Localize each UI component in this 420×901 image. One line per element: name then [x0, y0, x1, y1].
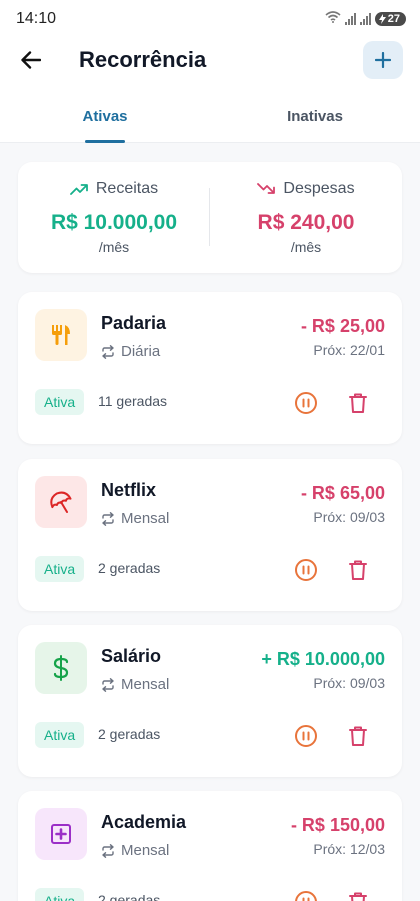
signal-icon [344, 13, 356, 25]
trending-up-icon [69, 184, 88, 195]
recurrence-next-date: Próx: 12/03 [313, 841, 385, 857]
trash-icon [349, 560, 367, 580]
generated-count: 2 geradas [98, 560, 161, 576]
wifi-icon [325, 10, 341, 28]
expense-value: R$ 240,00 [257, 211, 355, 234]
recurrence-name: Salário [101, 646, 162, 666]
expense-summary: Despesas R$ 240,00 /mês [210, 162, 402, 273]
pause-icon [295, 725, 317, 747]
frequency-label: Mensal [121, 676, 170, 693]
delete-button[interactable] [342, 720, 374, 752]
recurrence-amount: - R$ 25,00 [300, 316, 385, 336]
pause-button[interactable] [290, 387, 322, 419]
page-title: Recorrência [79, 47, 207, 72]
battery-icon: 27 [374, 12, 406, 26]
signal-icon [359, 13, 371, 25]
recurrence-next-date: Próx: 22/01 [313, 342, 385, 358]
status-badge: Ativa [35, 722, 85, 748]
recurrence-frequency: Mensal [101, 510, 169, 527]
pause-button[interactable] [290, 554, 322, 586]
frequency-label: Mensal [121, 842, 170, 859]
battery-level: 27 [387, 13, 400, 25]
trending-down-icon [257, 183, 276, 194]
status-badge: Ativa [35, 556, 85, 582]
status-time: 14:10 [16, 10, 57, 27]
frequency-label: Diária [121, 343, 161, 360]
recurrence-frequency: Mensal [101, 676, 169, 693]
generated-count: 2 geradas [98, 892, 161, 901]
delete-button[interactable] [342, 387, 374, 419]
delete-button[interactable] [342, 554, 374, 586]
recurrence-frequency: Mensal [101, 842, 169, 859]
recurrence-amount: - R$ 65,00 [300, 483, 385, 503]
status-icons: 27 [325, 10, 406, 28]
recurrence-card-academia[interactable]: Academia Mensal - R$ 150,00 Próx: 12/03 … [18, 791, 402, 901]
generated-count: 11 geradas [98, 393, 168, 409]
dollar-icon [35, 642, 87, 694]
tab-inactive[interactable]: Inativas [210, 108, 420, 125]
utensils-icon [35, 309, 87, 361]
trash-icon [349, 892, 367, 901]
recurrence-name: Netflix [101, 480, 157, 500]
back-button[interactable] [14, 46, 48, 74]
recurrence-frequency: Diária [101, 343, 160, 360]
arrow-left-icon [21, 51, 41, 69]
generated-count: 2 geradas [98, 726, 161, 742]
umbrella-icon [35, 476, 87, 528]
income-label: Receitas [95, 180, 159, 197]
medical-icon [35, 808, 87, 860]
recurrence-card-salario[interactable]: Salário Mensal + R$ 10.000,00 Próx: 09/0… [18, 625, 402, 777]
expense-unit: /mês [290, 239, 322, 255]
frequency-label: Mensal [121, 510, 170, 527]
recurrence-amount: + R$ 10.000,00 [261, 649, 385, 669]
recurrence-name: Padaria [101, 313, 167, 333]
income-summary: Receitas R$ 10.000,00 /mês [18, 162, 210, 273]
delete-button[interactable] [342, 886, 374, 901]
recurrence-next-date: Próx: 09/03 [313, 675, 385, 691]
status-bar: 14:10 27 [0, 0, 420, 40]
tab-indicator [85, 140, 125, 143]
trash-icon [349, 393, 367, 413]
pause-icon [295, 891, 317, 901]
trash-icon [349, 726, 367, 746]
pause-icon [295, 392, 317, 414]
recurrence-name: Academia [101, 812, 187, 832]
recurrence-amount: - R$ 150,00 [290, 815, 385, 835]
summary-card: Receitas R$ 10.000,00 /mês Despesas R$ 2… [18, 162, 402, 273]
repeat-icon [102, 511, 114, 526]
add-button[interactable] [363, 41, 403, 79]
recurrence-next-date: Próx: 09/03 [313, 509, 385, 525]
pause-button[interactable] [290, 886, 322, 901]
repeat-icon [102, 677, 114, 692]
status-badge: Ativa [35, 888, 85, 901]
tab-active[interactable]: Ativas [0, 108, 210, 125]
recurrence-card-padaria[interactable]: Padaria Diária - R$ 25,00 Próx: 22/01 At… [18, 292, 402, 444]
status-badge: Ativa [35, 389, 85, 415]
pause-button[interactable] [290, 720, 322, 752]
pause-icon [295, 559, 317, 581]
repeat-icon [102, 344, 114, 359]
expense-label: Despesas [283, 180, 355, 197]
plus-icon [375, 52, 391, 68]
app-header: Recorrência Ativas Inativas [0, 40, 420, 143]
income-value: R$ 10.000,00 [50, 211, 178, 234]
income-unit: /mês [98, 239, 130, 255]
repeat-icon [102, 843, 114, 858]
recurrence-card-netflix[interactable]: Netflix Mensal - R$ 65,00 Próx: 09/03 At… [18, 459, 402, 611]
